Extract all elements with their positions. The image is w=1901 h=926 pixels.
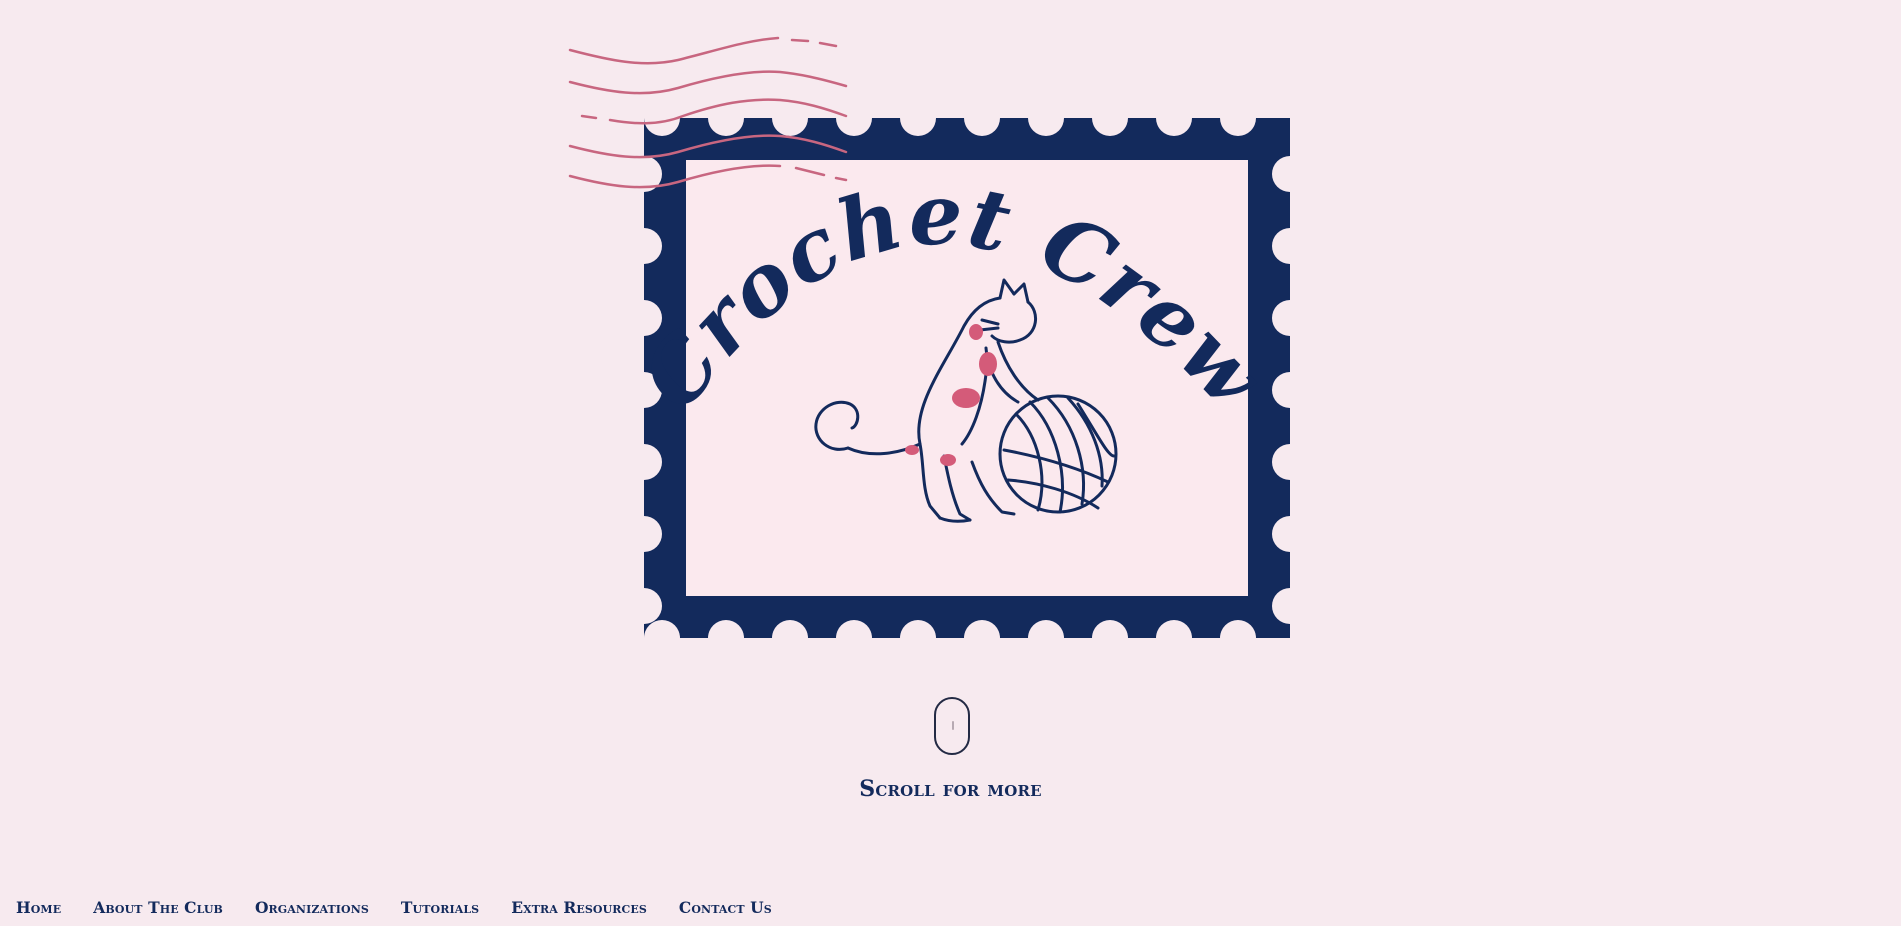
crochet-crew-stamp-logo: Crochet Crew bbox=[568, 36, 1290, 638]
nav-link-tutorials[interactable]: Tutorials bbox=[401, 898, 479, 918]
hero-logo: Crochet Crew bbox=[568, 36, 1292, 648]
scroll-indicator: Scroll for more bbox=[0, 697, 1901, 809]
nav-link-extra-resources[interactable]: Extra Resources bbox=[511, 898, 647, 918]
mouse-wheel-icon bbox=[952, 721, 954, 730]
scroll-label: Scroll for more bbox=[859, 776, 1042, 802]
mouse-scroll-icon[interactable] bbox=[934, 697, 970, 755]
nav-link-organizations[interactable]: Organizations bbox=[255, 898, 369, 918]
nav-link-contact-us[interactable]: Contact Us bbox=[679, 898, 772, 918]
nav-link-home[interactable]: Home bbox=[16, 898, 61, 918]
nav-link-about-the-club[interactable]: About The Club bbox=[93, 898, 223, 918]
page: Crochet Crew Scroll for more Home About … bbox=[0, 0, 1901, 926]
footer-nav: Home About The Club Organizations Tutori… bbox=[16, 897, 772, 919]
